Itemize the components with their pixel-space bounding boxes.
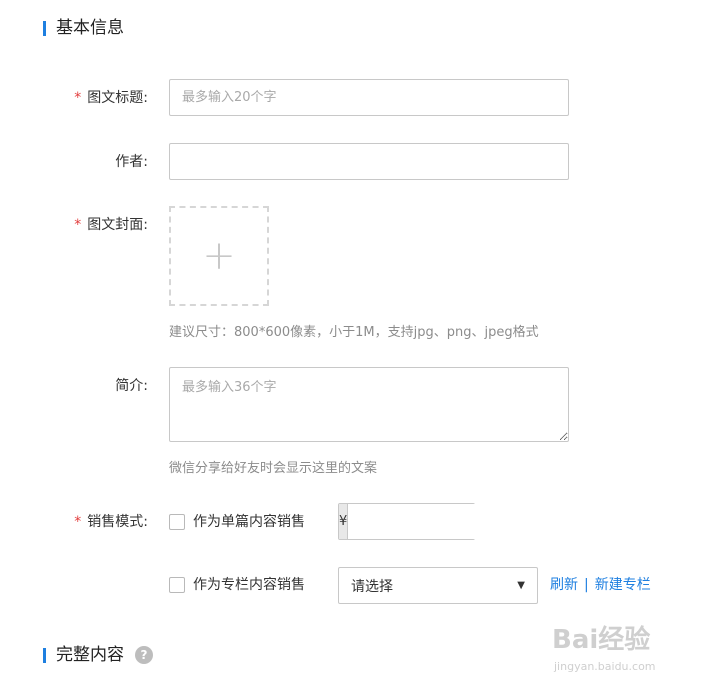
- title-input[interactable]: [169, 79, 569, 116]
- cover-hint: 建议尺寸：800*600像素，小于1M，支持jpg、png、jpeg格式: [169, 325, 539, 340]
- column-actions: 刷新 | 新建专栏: [550, 575, 651, 595]
- watermark-url: jingyan.baidu.com: [554, 660, 656, 673]
- column-select[interactable]: 请选择 ▼: [338, 567, 538, 604]
- help-icon[interactable]: ?: [135, 646, 153, 664]
- intro-label: 简介:: [115, 378, 148, 394]
- cover-label: * 图文封面:: [38, 215, 148, 235]
- required-mark: *: [74, 217, 82, 233]
- price-input[interactable]: [348, 504, 541, 539]
- intro-hint: 微信分享给好友时会显示这里的文案: [169, 461, 378, 476]
- section-bar: [43, 21, 46, 36]
- cover-label-text: 图文封面:: [87, 217, 148, 233]
- required-mark: *: [74, 90, 82, 106]
- column-select-value: 请选择: [351, 578, 393, 595]
- link-separator: |: [584, 577, 589, 593]
- cover-upload-button[interactable]: +: [169, 206, 269, 306]
- author-input[interactable]: [169, 143, 569, 180]
- required-mark: *: [74, 514, 82, 530]
- column-sale-label: 作为专栏内容销售: [193, 577, 305, 593]
- title-label: * 图文标题:: [38, 88, 148, 108]
- section-bar: [43, 648, 46, 663]
- plus-icon: +: [202, 233, 236, 279]
- intro-textarea[interactable]: [169, 367, 569, 442]
- column-sale-checkbox[interactable]: [169, 577, 185, 593]
- section-title-full-content: 完整内容: [56, 645, 124, 665]
- title-label-text: 图文标题:: [87, 90, 148, 106]
- single-sale-checkbox[interactable]: [169, 514, 185, 530]
- currency-symbol: ¥: [339, 504, 349, 539]
- caret-down-icon: ▼: [517, 580, 525, 591]
- sales-mode-label: * 销售模式:: [38, 512, 148, 532]
- author-label: 作者:: [115, 154, 148, 170]
- watermark-logo: Bai经验: [552, 625, 651, 655]
- refresh-link[interactable]: 刷新: [550, 575, 578, 595]
- new-column-link[interactable]: 新建专栏: [595, 575, 651, 595]
- sales-mode-label-text: 销售模式:: [87, 514, 148, 530]
- price-field: ¥: [338, 503, 541, 540]
- single-sale-label: 作为单篇内容销售: [193, 514, 305, 530]
- section-title-basic-info: 基本信息: [56, 18, 124, 38]
